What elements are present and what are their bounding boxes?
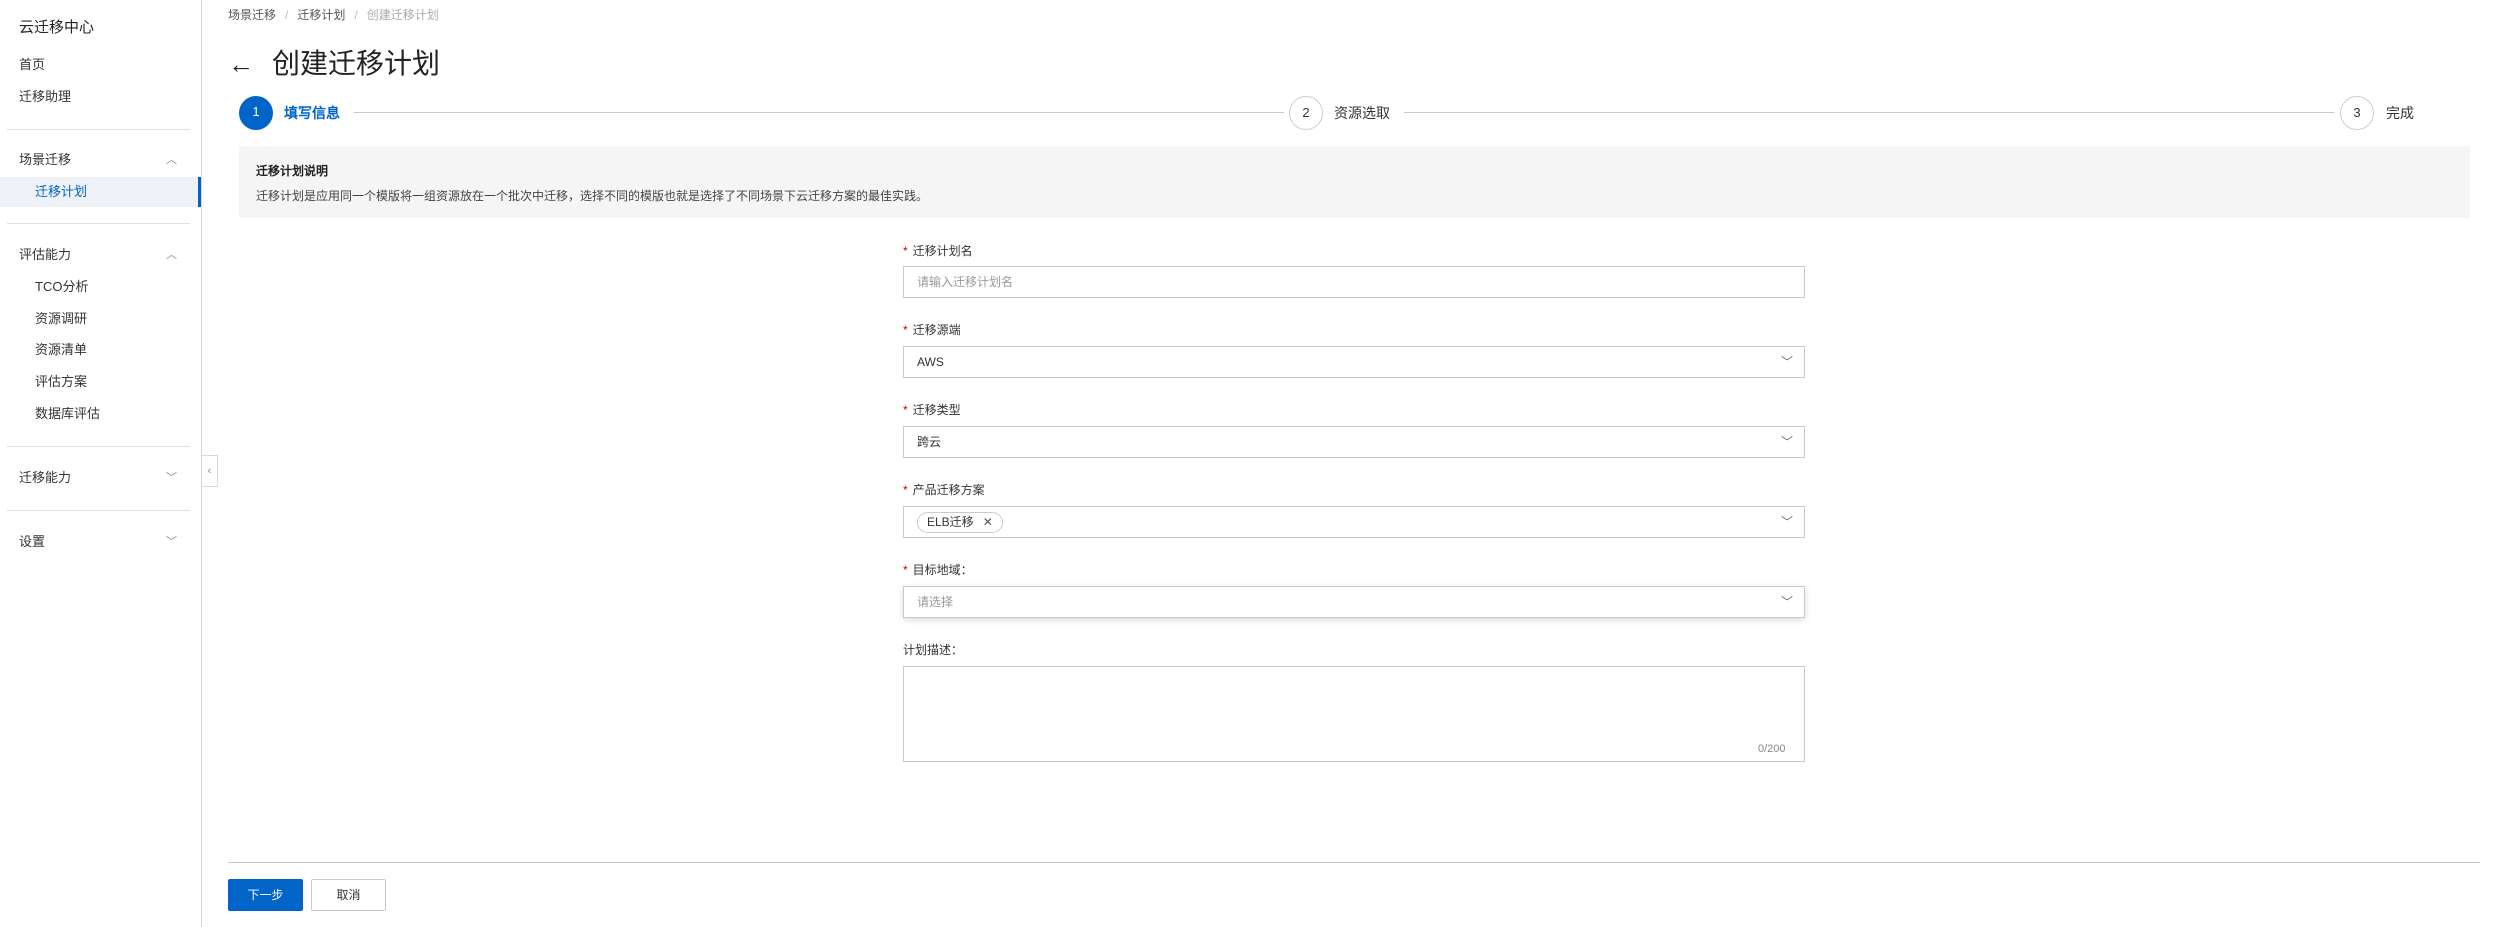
close-icon[interactable]: ✕ [983,515,993,529]
chevron-down-icon: ﹀ [1780,355,1793,369]
step-3-label: 完成 [2386,105,2414,121]
step-1-circle: 1 [239,96,273,130]
chevron-up-icon: ︿ [166,249,177,261]
source-select[interactable]: AWS ﹀ [903,346,1805,378]
sidebar-item-label: 迁移能力 [19,470,72,485]
sidebar-item-label: TCO分析 [35,279,89,294]
breadcrumb-link[interactable]: 场景迁移 [228,8,276,22]
page-header: ← 创建迁移计划 [228,42,440,82]
sidebar-item-label: 场景迁移 [19,152,72,167]
region-placeholder: 请选择 [917,595,954,609]
sidebar-item-label: 迁移计划 [35,184,88,199]
source-label: * 迁移源端 [903,323,961,337]
region-label: * 目标地域： [903,563,973,577]
sidebar: 云迁移中心 首页 迁移助理 场景迁移 ︿ 迁移计划 评估能力 ︿ TCO分析 资源调… [0,0,202,927]
source-value: AWS [917,355,944,369]
sidebar-item-home[interactable]: 首页 [0,50,201,80]
sidebar-item-label: 设置 [19,534,46,549]
sidebar-item-label: 数据库评估 [35,406,101,421]
step-2-label: 资源选取 [1334,105,1390,121]
sidebar-item-label: 资源调研 [35,311,88,326]
chevron-down-icon: ﹀ [1780,595,1793,609]
desc-label: 计划描述： [903,643,964,657]
next-button[interactable]: 下一步 [228,879,303,911]
chevron-down-icon: ﹀ [1780,435,1793,449]
sidebar-group-scene-migration[interactable]: 场景迁移 ︿ [0,145,201,175]
sidebar-item-assistant[interactable]: 迁移助理 [0,82,201,112]
sidebar-item-resource-list[interactable]: 资源清单 [0,335,201,365]
divider [7,223,190,224]
breadcrumb-current: 创建迁移计划 [366,8,439,22]
divider [7,446,190,447]
region-select[interactable]: 请选择 ﹀ [903,586,1805,618]
description-panel: 迁移计划说明 迁移计划是应用同一个模版将一组资源放在一个批次中迁移，选择不同的模… [239,146,2470,218]
description-title: 迁移计划说明 [256,164,329,178]
page-title: 创建迁移计划 [272,48,441,79]
sidebar-item-tco[interactable]: TCO分析 [0,272,201,302]
desc-textarea[interactable] [903,666,1805,762]
breadcrumb-link[interactable]: 迁移计划 [297,8,345,22]
sidebar-item-label: 评估方案 [35,374,88,389]
cancel-button[interactable]: 取消 [311,879,386,911]
sidebar-item-label: 评估能力 [19,247,72,262]
app-title: 云迁移中心 [19,19,95,36]
sidebar-item-migration-plan[interactable]: 迁移计划 [0,177,201,207]
sidebar-item-label: 资源清单 [35,342,88,357]
step-connector [354,112,1284,113]
sidebar-item-label: 迁移助理 [19,89,72,104]
plan-name-input[interactable]: 请输入迁移计划名 [903,266,1805,298]
plan-name-label: * 迁移计划名 [903,244,973,258]
chevron-left-icon: ‹ [207,465,212,477]
chevron-down-icon: ﹀ [166,472,177,484]
product-select[interactable]: ELB迁移 ✕ ﹀ [903,506,1805,538]
char-counter: 0/200 [1758,743,1786,755]
divider [7,129,190,130]
sidebar-group-settings[interactable]: 设置 ﹀ [0,527,201,557]
footer-divider [228,862,2480,863]
sidebar-group-assessment[interactable]: 评估能力 ︿ [0,240,201,270]
chevron-up-icon: ︿ [166,154,177,166]
product-label: * 产品迁移方案 [903,483,985,497]
sidebar-item-label: 首页 [19,57,46,72]
type-select[interactable]: 跨云 ﹀ [903,426,1805,458]
selected-tag: ELB迁移 ✕ [917,512,1003,533]
breadcrumb: 场景迁移 / 迁移计划 / 创建迁移计划 [228,8,439,22]
sidebar-item-resource-survey[interactable]: 资源调研 [0,304,201,334]
type-value: 跨云 [917,435,942,449]
sidebar-item-db-assessment[interactable]: 数据库评估 [0,399,201,429]
type-label: * 迁移类型 [903,403,961,417]
back-arrow-icon[interactable]: ← [228,49,254,79]
chevron-down-icon: ﹀ [1780,515,1793,529]
chevron-down-icon: ﹀ [166,536,177,548]
divider [7,510,190,511]
step-3-circle: 3 [2340,96,2374,130]
step-connector [1404,112,2334,113]
sidebar-collapse-button[interactable]: ‹ [202,455,218,487]
description-text: 迁移计划是应用同一个模版将一组资源放在一个批次中迁移，选择不同的模版也就是选择了… [256,189,929,203]
sidebar-item-assessment-plan[interactable]: 评估方案 [0,367,201,397]
step-1-label: 填写信息 [284,105,340,121]
step-2-circle: 2 [1289,96,1323,130]
sidebar-group-migration-capability[interactable]: 迁移能力 ﹀ [0,463,201,493]
